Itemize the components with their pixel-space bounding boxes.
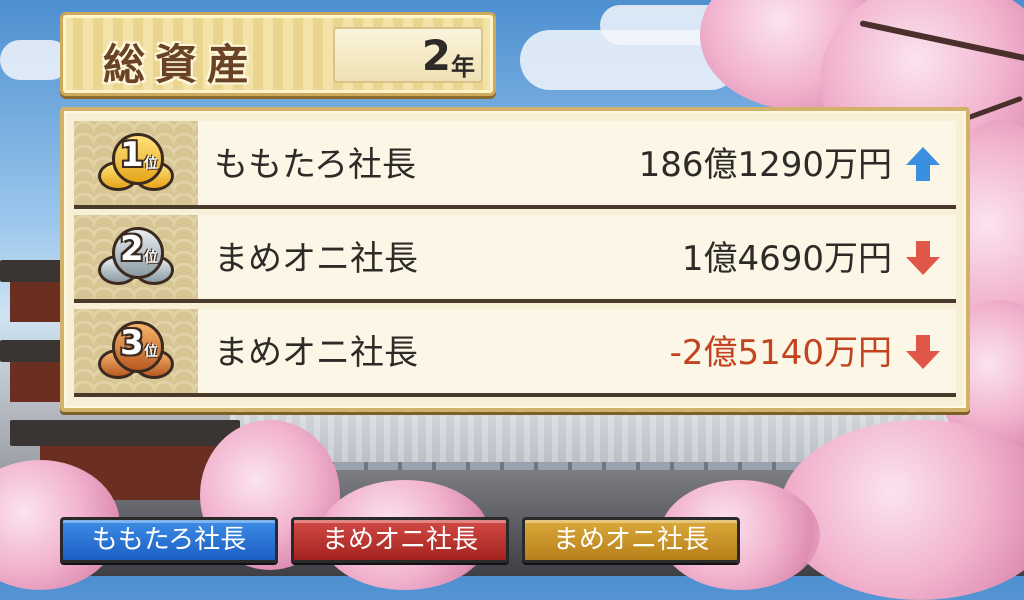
arrow-up-icon [906, 147, 940, 181]
player-button-mameoni-gold[interactable]: まめオニ社長 [522, 517, 740, 563]
rank-suffix: 位 [144, 344, 158, 360]
player-button-momotaro[interactable]: ももたろ社長 [60, 517, 278, 563]
rank-cell: 1 位 [74, 121, 198, 205]
year-unit: 年 [451, 53, 475, 81]
year-number: 2 [421, 31, 451, 80]
player-button-mameoni-red[interactable]: まめオニ社長 [291, 517, 509, 563]
ranking-row: 2 位 まめオニ社長 1億4690万円 [74, 215, 956, 303]
player-name: まめオニ社長 [214, 333, 418, 373]
ranking-row: 3 位 まめオニ社長 -2億5140万円 [74, 309, 956, 397]
asset-amount: 1億4690万円 [681, 239, 892, 279]
total-assets-header: 総資産 2 年 [60, 12, 496, 96]
asset-amount: 186億1290万円 [638, 145, 892, 185]
player-name: まめオニ社長 [214, 239, 418, 279]
rank-number: 3 [120, 323, 144, 363]
rank-number: 2 [120, 229, 144, 269]
arrow-down-icon [906, 335, 940, 369]
ranking-panel: 1 位 ももたろ社長 186億1290万円 2 位 まめオニ社長 1億4690万… [60, 107, 970, 412]
player-name: ももたろ社長 [214, 145, 416, 185]
arrow-down-icon [906, 241, 940, 275]
gold-medal-icon: 1 位 [98, 131, 174, 193]
rank-cell: 2 位 [74, 215, 198, 299]
page-title: 総資産 [103, 40, 260, 89]
rank-suffix: 位 [144, 250, 158, 266]
year-display: 2 年 [333, 27, 483, 83]
bronze-medal-icon: 3 位 [98, 319, 174, 381]
rank-cell: 3 位 [74, 309, 198, 393]
rank-number: 1 [120, 135, 144, 175]
silver-medal-icon: 2 位 [98, 225, 174, 287]
asset-amount: -2億5140万円 [669, 333, 892, 373]
rank-suffix: 位 [144, 156, 158, 172]
ranking-row: 1 位 ももたろ社長 186億1290万円 [74, 121, 956, 209]
